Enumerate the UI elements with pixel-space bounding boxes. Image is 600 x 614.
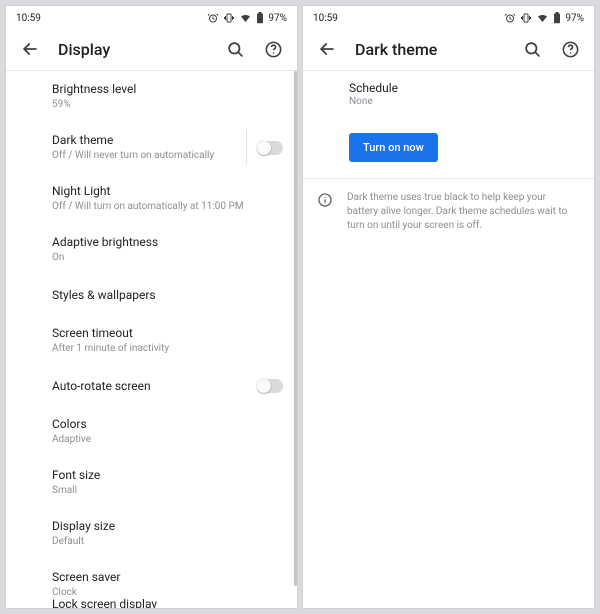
setting-title: Auto-rotate screen xyxy=(52,378,251,394)
setting-subtitle: After 1 minute of inactivity xyxy=(52,342,251,356)
appbar: Display xyxy=(6,28,297,71)
toggle-switch[interactable] xyxy=(257,141,283,155)
setting-item[interactable]: Night LightOff / Will turn on automatica… xyxy=(6,173,297,224)
setting-item[interactable]: Screen timeoutAfter 1 minute of inactivi… xyxy=(6,315,297,366)
setting-title: Styles & wallpapers xyxy=(52,287,251,303)
setting-subtitle: Off / Will never turn on automatically xyxy=(52,149,251,163)
vibrate-icon xyxy=(223,12,235,24)
setting-title: Night Light xyxy=(52,183,251,199)
setting-title: Adaptive brightness xyxy=(52,234,251,250)
setting-subtitle: 59% xyxy=(52,98,251,112)
status-icons: 97% xyxy=(207,12,287,24)
status-icons: 97% xyxy=(504,12,584,24)
dark-theme-body: Schedule None Turn on now Dark theme use… xyxy=(303,71,594,608)
setting-item[interactable]: Brightness level59% xyxy=(6,71,297,122)
status-time: 10:59 xyxy=(313,13,338,24)
setting-subtitle: Off / Will turn on automatically at 11:0… xyxy=(52,200,251,214)
turn-on-button[interactable]: Turn on now xyxy=(349,133,438,162)
help-icon[interactable] xyxy=(558,37,582,61)
appbar: Dark theme xyxy=(303,28,594,71)
alarm-icon xyxy=(207,12,219,24)
phone-right: 10:59 97% Dark theme xyxy=(303,6,594,608)
search-icon[interactable] xyxy=(223,37,247,61)
setting-item[interactable]: Dark themeOff / Will never turn on autom… xyxy=(6,122,297,173)
status-bar: 10:59 97% xyxy=(6,6,297,28)
page-title: Display xyxy=(58,40,223,59)
setting-title: Brightness level xyxy=(52,81,251,97)
setting-item[interactable]: ColorsAdaptive xyxy=(6,406,297,457)
wifi-icon xyxy=(536,12,549,24)
back-icon[interactable] xyxy=(315,37,339,61)
setting-title: Screen timeout xyxy=(52,325,251,341)
status-time: 10:59 xyxy=(16,13,41,24)
setting-title: Screen saver xyxy=(52,569,251,585)
phone-left: 10:59 97% Display xyxy=(6,6,297,608)
help-icon[interactable] xyxy=(261,37,285,61)
info-icon xyxy=(317,192,333,233)
screenshot-pair: 10:59 97% Display xyxy=(0,0,600,614)
settings-list[interactable]: Brightness level59%Dark themeOff / Will … xyxy=(6,71,297,608)
wifi-icon xyxy=(239,12,252,24)
search-icon[interactable] xyxy=(520,37,544,61)
page-title: Dark theme xyxy=(355,40,520,59)
info-row: Dark theme uses true black to help keep … xyxy=(303,179,594,233)
toggle-separator xyxy=(246,130,247,165)
toggle-switch[interactable] xyxy=(257,379,283,393)
schedule-value: None xyxy=(349,96,548,107)
battery-icon xyxy=(553,12,561,24)
cutoff-item[interactable]: Lock screen display xyxy=(6,590,297,608)
setting-title: Dark theme xyxy=(52,132,251,148)
vibrate-icon xyxy=(520,12,532,24)
status-battery-pct: 97% xyxy=(268,13,287,24)
setting-title: Font size xyxy=(52,467,251,483)
schedule-item[interactable]: Schedule None xyxy=(303,71,594,117)
battery-icon xyxy=(256,12,264,24)
schedule-label: Schedule xyxy=(349,81,548,95)
setting-title: Colors xyxy=(52,416,251,432)
setting-item[interactable]: Adaptive brightnessOn xyxy=(6,224,297,275)
setting-item[interactable]: Display sizeDefault xyxy=(6,508,297,559)
setting-title: Display size xyxy=(52,518,251,534)
settings-body: Brightness level59%Dark themeOff / Will … xyxy=(6,71,297,608)
alarm-icon xyxy=(504,12,516,24)
setting-subtitle: Small xyxy=(52,484,251,498)
setting-subtitle: Default xyxy=(52,535,251,549)
scroll-indicator[interactable] xyxy=(294,71,297,586)
setting-subtitle: On xyxy=(52,251,251,265)
setting-item[interactable]: Auto-rotate screen xyxy=(6,366,297,406)
info-text: Dark theme uses true black to help keep … xyxy=(347,191,574,233)
setting-item[interactable]: Font sizeSmall xyxy=(6,457,297,508)
status-battery-pct: 97% xyxy=(565,13,584,24)
setting-subtitle: Adaptive xyxy=(52,433,251,447)
setting-item[interactable]: Styles & wallpapers xyxy=(6,275,297,315)
status-bar: 10:59 97% xyxy=(303,6,594,28)
back-icon[interactable] xyxy=(18,37,42,61)
setting-title: Lock screen display xyxy=(6,590,297,608)
